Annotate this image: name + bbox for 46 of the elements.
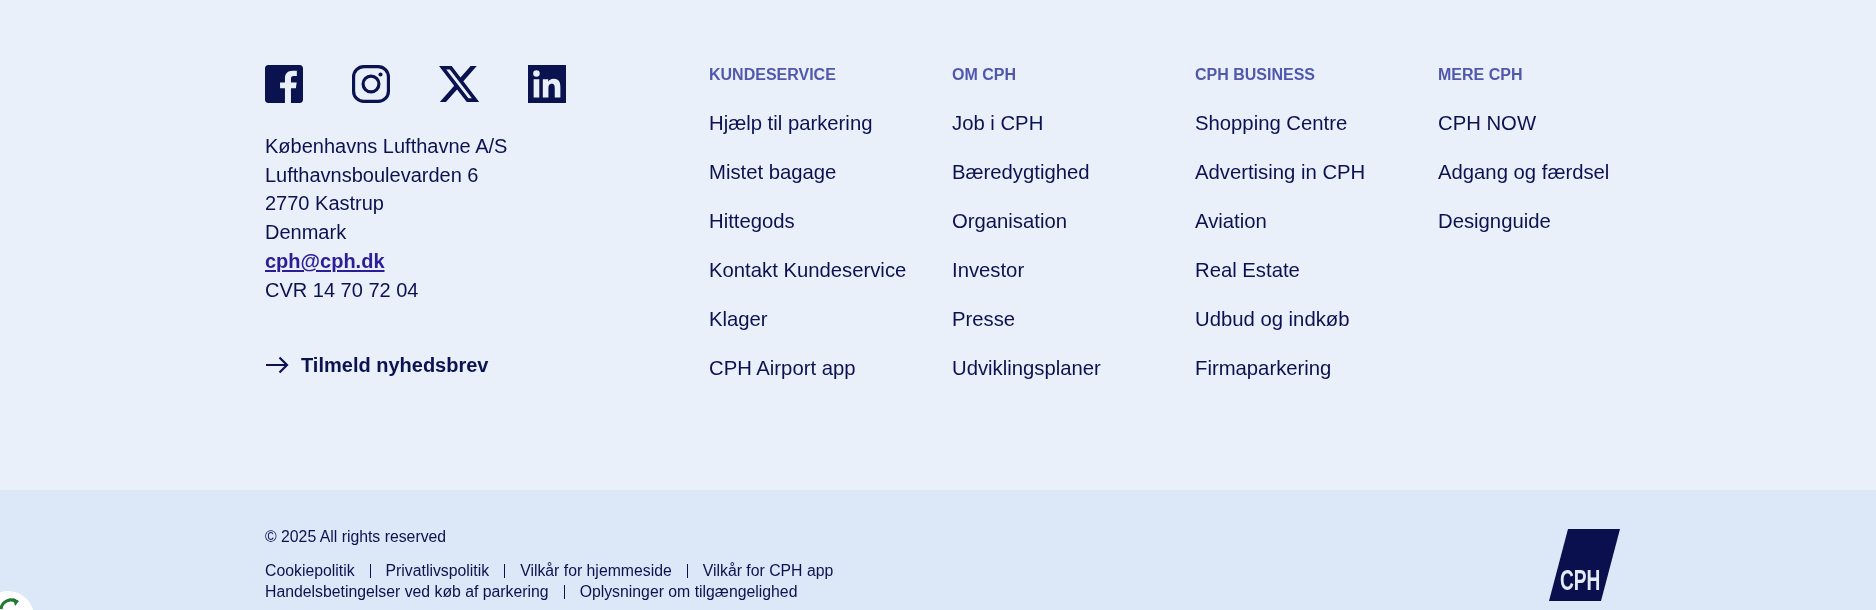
column-heading: CPH BUSINESS — [1195, 65, 1316, 85]
address-line: 2770 Kastrup — [265, 191, 384, 217]
newsletter-link[interactable]: Tilmeld nyhedsbrev — [265, 351, 489, 380]
footer-link[interactable]: Advertising in CPH — [1195, 158, 1366, 186]
legal-link[interactable]: Privatlivspolitik — [385, 560, 490, 581]
address-line: Københavns Lufthavne A/S — [265, 134, 508, 159]
footer-link[interactable]: CPH NOW — [1438, 109, 1537, 137]
footer-link[interactable]: Udviklingsplaner — [952, 354, 1101, 382]
legal-link[interactable]: Cookiepolitik — [265, 560, 355, 581]
arrow-icon — [265, 356, 289, 375]
footer-link[interactable]: Klager — [709, 305, 768, 333]
legal-link[interactable]: Handelsbetingelser ved køb af parkering — [265, 581, 549, 602]
legal-link[interactable]: Oplysninger om tilgængelighed — [579, 581, 798, 602]
footer-link[interactable]: Hjælp til parkering — [709, 109, 873, 137]
legal-link[interactable]: Vilkår for CPH app — [702, 560, 834, 581]
address-line: Denmark — [265, 220, 347, 246]
cvr-number: CVR 14 70 72 04 — [265, 277, 419, 303]
column-heading: KUNDESERVICE — [709, 65, 836, 85]
x-logo-icon[interactable] — [439, 66, 479, 102]
footer-link[interactable]: Job i CPH — [952, 109, 1044, 137]
circular-arrow-icon[interactable] — [0, 590, 34, 610]
footer-link[interactable]: Presse — [952, 305, 1016, 333]
footer-link[interactable]: Shopping Centre — [1195, 109, 1348, 137]
footer-link[interactable]: Mistet bagage — [709, 158, 837, 186]
footer-link[interactable]: Bæredygtighed — [952, 158, 1090, 186]
email-link[interactable]: cph@cph.dk — [265, 246, 385, 276]
footer-link[interactable]: Aviation — [1195, 207, 1267, 235]
footer-link[interactable]: Real Estate — [1195, 256, 1300, 284]
footer-link[interactable]: Investor — [952, 256, 1025, 284]
footer-link[interactable]: Hittegods — [709, 207, 795, 235]
copyright-text: © 2025 All rights reserved — [265, 527, 447, 547]
linkedin-icon[interactable] — [528, 65, 566, 103]
footer-link[interactable]: Adgang og færdsel — [1438, 158, 1610, 186]
column-heading: MERE CPH — [1438, 65, 1523, 85]
column-heading: OM CPH — [952, 65, 1016, 85]
footer-link[interactable]: Firmaparkering — [1195, 354, 1332, 382]
legal-link[interactable]: Vilkår for hjemmeside — [520, 560, 672, 581]
facebook-icon[interactable] — [265, 65, 303, 103]
address-line: Lufthavnsboulevarden 6 — [265, 162, 479, 188]
footer-link[interactable]: Designguide — [1438, 207, 1551, 235]
footer-link[interactable]: Organisation — [952, 207, 1067, 235]
logo[interactable]: CPH — [1549, 529, 1620, 601]
instagram-icon[interactable] — [352, 65, 390, 103]
footer-link[interactable]: Kontakt Kundeservice — [709, 256, 907, 284]
footer-link[interactable]: CPH Airport app — [709, 354, 856, 382]
footer-link[interactable]: Udbud og indkøb — [1195, 305, 1350, 333]
